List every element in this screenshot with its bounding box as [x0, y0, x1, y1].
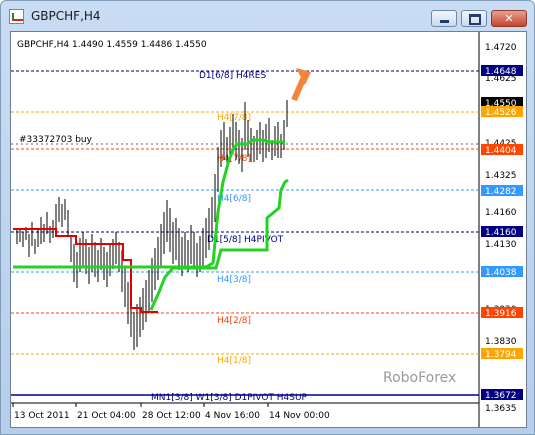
level-label-h4-7-8: H4[7/8]	[217, 154, 251, 164]
watermark-logo: RoboForex	[383, 370, 456, 386]
price-tick: 1.4130	[485, 240, 517, 250]
close-button[interactable]	[491, 10, 527, 27]
price-chart[interactable]: D1[6/8] H4RES H4[7/8] H4[7/8] H4[6/8] D1…	[10, 31, 527, 428]
title-bar[interactable]: GBPCHF,H4	[1, 1, 534, 31]
price-boxes: 1.4648 1.4550 1.4526 1.4404 1.4282 1.416…	[481, 65, 523, 401]
time-axis-labels: 13 Oct 2011 21 Oct 04:00 28 Oct 12:00 4 …	[12, 403, 330, 421]
price-tick: 1.4325	[485, 171, 517, 181]
time-tick: 14 Nov 00:00	[269, 411, 330, 421]
time-tick: 4 Nov 16:00	[205, 411, 260, 421]
chart-window: GBPCHF,H4 D1[6/8] H4RES H4[7/	[0, 0, 535, 435]
chart-header: GBPCHF,H4 1.4490 1.4559 1.4486 1.4550	[17, 40, 207, 50]
price-box-label: 1.3916	[485, 309, 517, 319]
price-box-label: 1.4038	[485, 268, 517, 278]
level-label-pivot: D1[5/8] H4PIVOT	[207, 235, 284, 245]
price-tick: 1.3830	[485, 337, 517, 347]
time-tick: 21 Oct 04:00	[77, 411, 136, 421]
level-label-h4-7-8-upper: H4[7/8]	[217, 113, 251, 123]
time-tick: 28 Oct 12:00	[142, 411, 201, 421]
price-box-label: 1.3672	[485, 391, 517, 401]
level-label-h4-2-8: H4[2/8]	[217, 316, 251, 326]
price-box-label: 1.3794	[485, 350, 517, 360]
time-tick: 13 Oct 2011	[14, 411, 70, 421]
price-tick: 1.4720	[485, 43, 517, 53]
price-box-label: 1.4526	[485, 108, 517, 118]
level-label-support: MN1[3/8] W1[3/8] D1PIVOT H4SUP	[151, 393, 308, 403]
price-box-label: 1.4282	[485, 187, 517, 197]
chart-canvas: D1[6/8] H4RES H4[7/8] H4[7/8] H4[6/8] D1…	[11, 32, 523, 427]
order-label: #33372703 buy	[19, 135, 93, 145]
level-label-resistance: D1[6/8] H4RES	[199, 71, 266, 81]
trend-arrow-icon	[291, 68, 311, 102]
minimize-button[interactable]	[431, 10, 457, 27]
level-label-h4-3-8: H4[3/8]	[217, 275, 251, 285]
price-box-label: 1.4160	[485, 228, 517, 238]
maximize-button[interactable]	[461, 10, 487, 27]
price-box-label: 1.4648	[485, 67, 517, 77]
price-tick: 1.3635	[485, 404, 517, 414]
chart-app-icon	[9, 9, 24, 24]
price-box-label: 1.4404	[485, 146, 517, 156]
window-title: GBPCHF,H4	[31, 9, 101, 23]
price-tick: 1.4160	[485, 208, 517, 218]
level-label-h4-1-8: H4[1/8]	[217, 356, 251, 366]
